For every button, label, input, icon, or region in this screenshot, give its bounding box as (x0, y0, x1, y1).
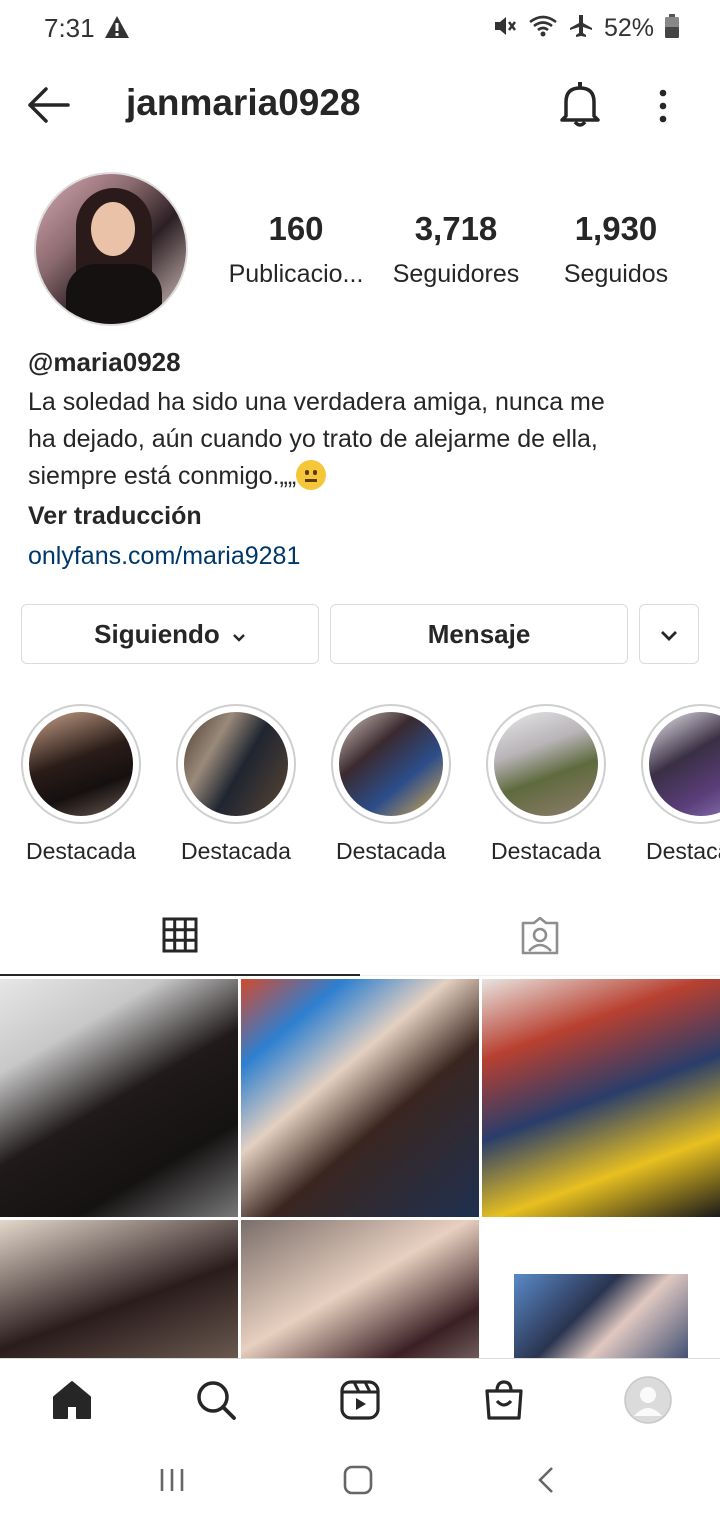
neutral-face-emoji-icon (296, 460, 327, 490)
highlight-item[interactable]: Destacada (19, 704, 143, 864)
stat-value: 3,718 (414, 210, 498, 247)
post-thumbnail[interactable] (0, 979, 238, 1217)
stat-label: Publicacio... (228, 260, 364, 288)
reels-icon[interactable] (335, 1375, 385, 1425)
bio-website-link[interactable]: onlyfans.com/maria9281 (28, 539, 698, 573)
post-thumbnail[interactable] (241, 979, 479, 1217)
tab-tagged[interactable] (360, 900, 720, 976)
suggested-users-button[interactable] (639, 604, 699, 664)
status-time: 7:31 (44, 13, 95, 43)
post-thumbnail[interactable] (482, 979, 720, 1217)
stat-label: Seguidos (563, 260, 669, 288)
highlight-cover (649, 712, 720, 816)
mute-icon (492, 13, 518, 44)
highlight-cover (494, 712, 598, 816)
chevron-down-icon (232, 619, 246, 650)
tagged-icon (520, 916, 560, 960)
post-thumbnail[interactable] (241, 1220, 479, 1359)
stat-value: 1,930 (574, 210, 658, 247)
battery-percentage: 52% (603, 14, 654, 42)
home-icon[interactable] (47, 1375, 97, 1425)
post-thumbnail[interactable] (0, 1220, 238, 1359)
bio-text: La soledad ha sido una verdadera amiga, … (28, 384, 698, 495)
highlight-cover (339, 712, 443, 816)
back-arrow-icon[interactable] (26, 84, 72, 126)
bottom-navigation (0, 1358, 720, 1438)
highlight-label: Destacada (646, 838, 720, 864)
stat-label: Seguidores (392, 260, 520, 288)
highlight-label: Destacada (26, 838, 136, 864)
highlight-cover (184, 712, 288, 816)
stat-following[interactable]: 1,930 Seguidos (536, 210, 696, 289)
warning-icon (104, 15, 130, 44)
following-button-label: Siguiendo (94, 618, 220, 649)
bio-line: siempre está conmigo.„„ (28, 462, 297, 490)
recent-apps-icon[interactable] (147, 1460, 197, 1500)
profile-actions: Siguiendo Mensaje (21, 604, 699, 664)
highlight-item[interactable]: Destacada (639, 704, 720, 864)
highlight-item[interactable]: Destacada (329, 704, 453, 864)
highlight-item[interactable]: Destacada (484, 704, 608, 864)
highlight-cover (29, 712, 133, 816)
home-button-icon[interactable] (333, 1460, 383, 1500)
profile-stats: 160 Publicacio... 3,718 Seguidores 1,930… (216, 210, 696, 289)
highlight-label: Destacada (491, 838, 601, 864)
following-button[interactable]: Siguiendo (21, 604, 319, 664)
highlight-label: Destacada (181, 838, 291, 864)
stat-posts[interactable]: 160 Publicacio... (216, 210, 376, 289)
airplane-icon (568, 13, 594, 44)
bio-line: ha dejado, aún cuando yo trato de alejar… (28, 425, 598, 453)
stat-value: 160 (268, 210, 324, 247)
status-bar: 7:31 52% (0, 0, 720, 56)
search-icon[interactable] (191, 1375, 241, 1425)
grid-icon (162, 917, 198, 958)
see-translation-link[interactable]: Ver traducción (28, 499, 698, 533)
chevron-down-icon (659, 619, 679, 650)
profile-avatar[interactable] (34, 172, 188, 326)
profile-username: janmaria0928 (126, 82, 361, 123)
profile-header: janmaria0928 (0, 70, 720, 140)
profile-avatar-icon[interactable] (623, 1375, 673, 1425)
back-nav-icon[interactable] (521, 1460, 571, 1500)
profile-bio: @maria0928 La soledad ha sido una verdad… (28, 346, 698, 573)
wifi-icon (528, 14, 558, 43)
profile-tabs (0, 900, 720, 976)
battery-icon (664, 13, 680, 44)
post-thumbnail[interactable] (482, 1220, 720, 1359)
message-button-label: Mensaje (427, 618, 531, 649)
more-vertical-icon[interactable] (648, 84, 678, 128)
profile-display-name: @maria0928 (28, 347, 181, 377)
posts-grid (0, 979, 720, 1359)
tab-posts-grid[interactable] (0, 900, 360, 976)
story-highlights: Destacada Destacada Destacada Destacada … (0, 704, 720, 864)
bio-line: La soledad ha sido una verdadera amiga, … (28, 388, 605, 416)
stat-followers[interactable]: 3,718 Seguidores (376, 210, 536, 289)
shop-icon[interactable] (479, 1375, 529, 1425)
system-navigation-bar (0, 1440, 720, 1520)
message-button[interactable]: Mensaje (330, 604, 628, 664)
highlight-label: Destacada (336, 838, 446, 864)
highlight-item[interactable]: Destacada (174, 704, 298, 864)
bell-icon[interactable] (558, 80, 602, 128)
